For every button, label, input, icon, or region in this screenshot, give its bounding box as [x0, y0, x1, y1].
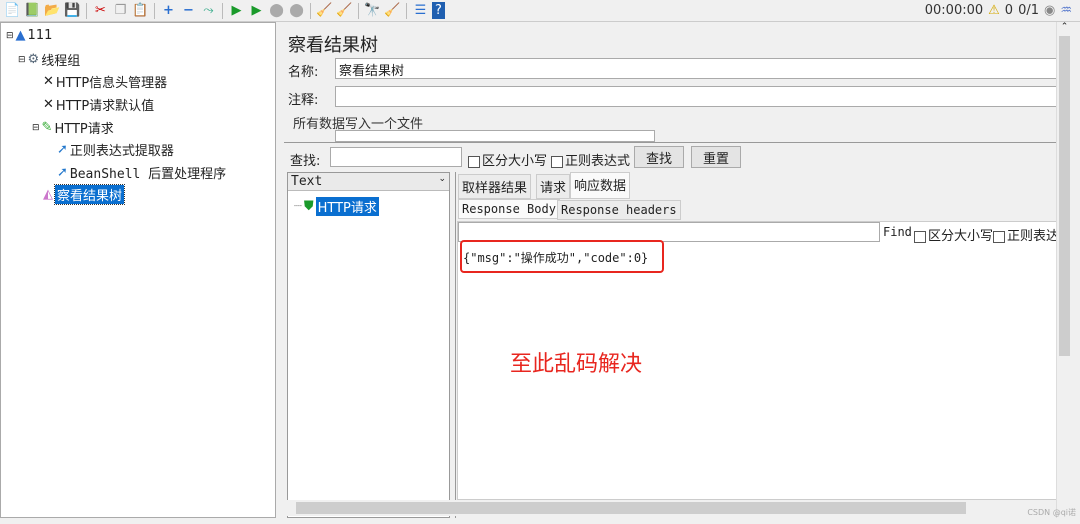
scrollbar-thumb[interactable] — [296, 502, 966, 514]
watermark: CSDN @qi诺 — [1027, 508, 1076, 517]
divider — [358, 2, 359, 19]
comment-input[interactable] — [335, 86, 1058, 107]
cut-icon[interactable]: ✂ — [92, 2, 109, 19]
paste-icon[interactable]: 📋 — [132, 2, 149, 19]
renderer-select[interactable]: Text ⌄ — [288, 173, 449, 191]
comment-label: 注释: — [288, 93, 319, 108]
start-no-pause-icon[interactable]: ▶ — [248, 2, 265, 19]
tree-item-view-results-tree[interactable]: ◭ 察看结果树 — [43, 184, 126, 205]
vertical-scrollbar[interactable]: ⌃ — [1056, 22, 1072, 518]
config-tool-icon: ✕ — [43, 97, 54, 112]
reset-search-icon[interactable]: 🧹 — [384, 2, 401, 19]
tab-sampler-result[interactable]: 取样器结果 — [458, 174, 532, 199]
result-item[interactable]: ┈ ⛊ HTTP请求 — [294, 197, 379, 216]
thread-group-icon: ⚙ — [27, 52, 40, 67]
chevron-down-icon: ⌄ — [438, 174, 446, 184]
test-plan-icon: ▲ — [15, 28, 26, 43]
response-find-label: Find — [883, 225, 912, 239]
divider — [310, 2, 311, 19]
reset-button[interactable]: 重置 — [691, 146, 741, 168]
clear-all-icon[interactable]: 🧹 — [336, 2, 353, 19]
tab-request[interactable]: 请求 — [536, 174, 571, 199]
thread-count: 0/1 — [1018, 3, 1039, 18]
scrollbar-thumb[interactable] — [1059, 36, 1070, 356]
tree-item-request-defaults[interactable]: ✕ HTTP请求默认值 — [43, 95, 154, 114]
response-regex-checkbox[interactable]: 正则表达 — [993, 225, 1059, 244]
open-icon[interactable]: 📂 — [44, 2, 61, 19]
divider — [222, 2, 223, 19]
search-icon[interactable]: 🔭 — [364, 2, 381, 19]
remote-status-icon: ◉ — [1044, 3, 1056, 18]
stop-icon[interactable]: ⬤ — [268, 2, 285, 19]
log-icon[interactable]: ♒ — [1060, 3, 1072, 18]
tree-item-regex-extractor[interactable]: ➚ 正则表达式提取器 — [57, 140, 174, 159]
divider — [406, 2, 407, 19]
shutdown-icon[interactable]: ⬤ — [288, 2, 305, 19]
tab-response-body[interactable]: Response Body — [458, 199, 560, 219]
warning-icon[interactable]: ⚠ — [988, 3, 1000, 18]
test-plan-tree: ⊟ ▲ 111 ⊟ ⚙ 线程组 ✕ HTTP信息头管理器 ✕ HTTP请求默认值 ⊟ ✎ HTT… — [0, 22, 276, 518]
tree-item-header-manager[interactable]: ✕ HTTP信息头管理器 — [43, 72, 167, 91]
result-detail: 取样器结果 请求 响应数据 Response Body Response hea… — [455, 172, 1059, 518]
divider — [86, 2, 87, 19]
toolbar: 📄 📗 📂 💾 ✂ ❐ 📋 + − ⤳ ▶ ▶ ⬤ ⬤ 🧹 🧹 🔭 🧹 ☰ ? — [0, 0, 1080, 22]
name-label: 名称: — [288, 65, 319, 80]
find-button[interactable]: 查找 — [634, 146, 684, 168]
filename-input[interactable] — [335, 130, 655, 142]
search-label: 查找: — [290, 154, 321, 169]
search-bar: 查找: 区分大小写 正则表达式 查找 重置 — [284, 142, 1058, 172]
highlight-box — [460, 240, 664, 273]
regex-checkbox[interactable]: 正则表达式 — [551, 150, 630, 169]
save-icon[interactable]: 💾 — [64, 2, 81, 19]
listener-panel: 察看结果树 名称: 察看结果树 注释: 所有数据写入一个文件 查找: 区分大小写… — [280, 22, 1059, 518]
help-icon[interactable]: ? — [432, 2, 445, 19]
success-shield-icon: ⛊ — [303, 199, 314, 214]
config-tool-icon: ✕ — [43, 74, 54, 89]
divider — [154, 2, 155, 19]
templates-icon[interactable]: 📗 — [24, 2, 41, 19]
tab-response-data[interactable]: 响应数据 — [570, 172, 631, 199]
name-input[interactable]: 察看结果树 — [335, 58, 1058, 79]
response-find-input[interactable] — [458, 222, 880, 242]
expand-icon[interactable]: + — [160, 2, 177, 19]
post-processor-icon: ➚ — [57, 165, 68, 180]
response-case-checkbox[interactable]: 区分大小写 — [914, 225, 993, 244]
annotation-text: 至此乱码解决 — [510, 352, 643, 377]
status-bar: 00:00:00 ⚠ 0 0/1 ◉ ♒ — [925, 3, 1072, 18]
case-sensitive-checkbox[interactable]: 区分大小写 — [468, 150, 547, 169]
scroll-up-icon[interactable]: ⌃ — [1057, 22, 1072, 32]
horizontal-scrollbar[interactable] — [280, 500, 1056, 516]
search-input[interactable] — [330, 147, 462, 167]
results-list: Text ⌄ ┈ ⛊ HTTP请求 — [287, 172, 450, 518]
collapse-icon[interactable]: − — [180, 2, 197, 19]
copy-icon[interactable]: ❐ — [112, 2, 129, 19]
new-icon[interactable]: 📄 — [4, 2, 21, 19]
start-icon[interactable]: ▶ — [228, 2, 245, 19]
tree-item-test-plan[interactable]: ⊟ ▲ 111 — [6, 28, 52, 43]
function-helper-icon[interactable]: ☰ — [412, 2, 429, 19]
clear-icon[interactable]: 🧹 — [316, 2, 333, 19]
tab-response-headers[interactable]: Response headers — [557, 200, 681, 220]
toggle-icon[interactable]: ⤳ — [200, 2, 217, 19]
tree-item-beanshell[interactable]: ➚ BeanShell 后置处理程序 — [57, 163, 226, 182]
tree-item-thread-group[interactable]: ⊟ ⚙ 线程组 — [18, 50, 80, 69]
warning-count: 0 — [1004, 3, 1014, 18]
listener-icon: ◭ — [43, 187, 53, 202]
sampler-icon: ✎ — [41, 120, 53, 135]
post-processor-icon: ➚ — [57, 142, 68, 157]
page-title: 察看结果树 — [288, 35, 378, 56]
tree-item-http-request[interactable]: ⊟ ✎ HTTP请求 — [32, 118, 114, 137]
timer: 00:00:00 — [924, 3, 984, 18]
response-area: Find 区分大小写 正则表达 {"msg":"操作成功","code":0} … — [457, 221, 1059, 500]
